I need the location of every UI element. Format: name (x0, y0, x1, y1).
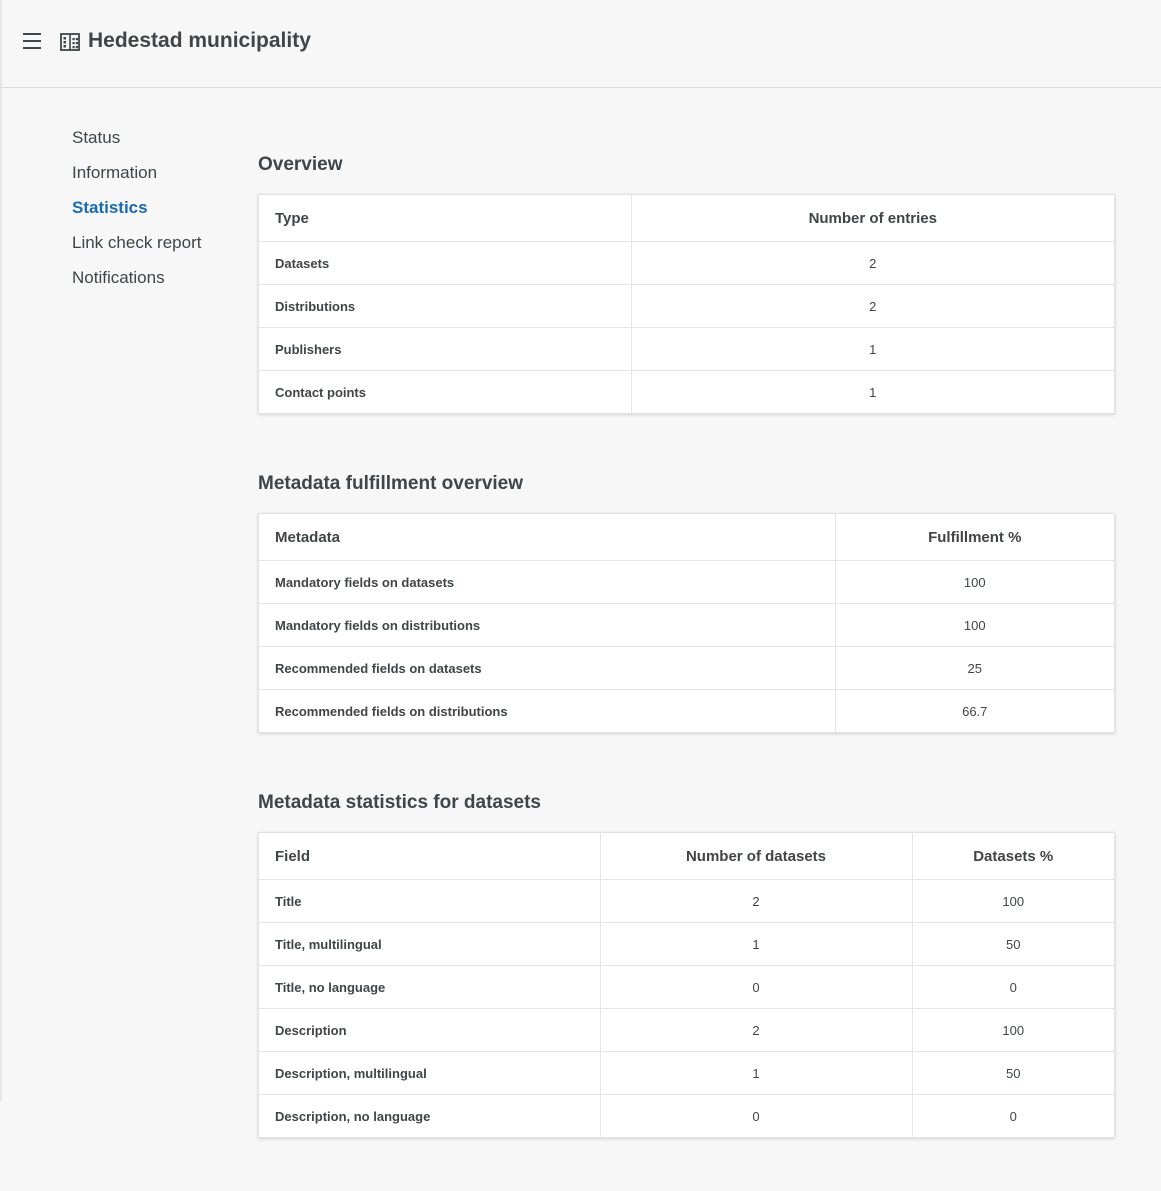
table-cell: Datasets (259, 241, 632, 285)
column-header: Field (259, 833, 601, 880)
table-cell: 25 (835, 646, 1114, 690)
table-cell: Title (259, 879, 601, 923)
column-header: Datasets % (912, 833, 1114, 880)
table-cell: Description, multilingual (259, 1051, 601, 1095)
table-cell: 50 (912, 922, 1114, 966)
nav-item-information[interactable]: Information (72, 155, 201, 190)
page-title: Hedestad municipality (88, 29, 311, 52)
table-cell: Recommended fields on datasets (259, 646, 836, 690)
table-cell: 0 (600, 965, 913, 1009)
table-row: Publishers 1 (259, 327, 1114, 371)
table-row: Description, multilingual 1 50 (259, 1051, 1114, 1095)
table-cell: 100 (912, 879, 1114, 923)
column-header: Type (259, 195, 632, 242)
fulfillment-title: Metadata fulfillment overview (258, 473, 524, 494)
table-cell: 100 (835, 603, 1114, 647)
table-cell: Publishers (259, 327, 632, 371)
fulfillment-table-card: Metadata Fulfillment % Mandatory fields … (258, 513, 1115, 733)
statistics-content: Overview Type Number of entries Datasets… (258, 148, 1115, 1191)
nav-item-link-check-report[interactable]: Link check report (72, 225, 201, 260)
nav-item-statistics[interactable]: Statistics (72, 190, 201, 225)
table-row: Distributions 2 (259, 284, 1114, 328)
table-cell: Title, multilingual (259, 922, 601, 966)
table-cell: Title, no language (259, 965, 601, 1009)
table-row: Mandatory fields on distributions 100 (259, 603, 1114, 647)
table-row: Mandatory fields on datasets 100 (259, 560, 1114, 604)
dataset-stats-table-card: Field Number of datasets Datasets % Titl… (258, 832, 1115, 1138)
table-cell: 0 (912, 965, 1114, 1009)
nav-item-status[interactable]: Status (72, 120, 201, 155)
table-cell: Distributions (259, 284, 632, 328)
overview-title: Overview (258, 154, 343, 175)
table-row: Title, no language 0 0 (259, 965, 1114, 1009)
dataset-stats-table: Field Number of datasets Datasets % Titl… (259, 833, 1114, 1137)
table-cell: 50 (912, 1051, 1114, 1095)
nav-item-notifications[interactable]: Notifications (72, 260, 201, 295)
table-cell: 1 (600, 1051, 913, 1095)
table-cell: Mandatory fields on datasets (259, 560, 836, 604)
table-row: Contact points 1 (259, 370, 1114, 413)
overview-table: Type Number of entries Datasets 2 Distri… (259, 195, 1114, 413)
column-header: Metadata (259, 514, 836, 561)
column-header: Number of datasets (600, 833, 913, 880)
column-header: Fulfillment % (835, 514, 1114, 561)
table-row: Datasets 2 (259, 241, 1114, 285)
table-cell: 100 (912, 1008, 1114, 1052)
fulfillment-table: Metadata Fulfillment % Mandatory fields … (259, 514, 1114, 732)
table-row: Description 2 100 (259, 1008, 1114, 1052)
menu-icon[interactable] (20, 30, 44, 52)
table-cell: 2 (600, 879, 913, 923)
table-cell: Mandatory fields on distributions (259, 603, 836, 647)
table-header-row: Type Number of entries (259, 195, 1114, 242)
overview-table-card: Type Number of entries Datasets 2 Distri… (258, 194, 1115, 414)
table-cell: Recommended fields on distributions (259, 689, 836, 732)
page-edge-shadow (0, 0, 3, 1101)
table-cell: 1 (869, 384, 877, 400)
table-header-row: Field Number of datasets Datasets % (259, 833, 1114, 880)
table-header-row: Metadata Fulfillment % (259, 514, 1114, 561)
table-row: Title, multilingual 1 50 (259, 922, 1114, 966)
table-cell: 100 (835, 560, 1114, 604)
table-cell: 2 (631, 241, 1114, 285)
table-row: Title 2 100 (259, 879, 1114, 923)
dataset-stats-title: Metadata statistics for datasets (258, 792, 541, 813)
table-row: Recommended fields on datasets 25 (259, 646, 1114, 690)
table-cell: 66.7 (962, 703, 988, 719)
building-icon (60, 33, 80, 51)
table-cell: Contact points (259, 370, 632, 413)
column-header: Number of entries (631, 195, 1114, 242)
table-cell: 2 (600, 1008, 913, 1052)
app-header: Hedestad municipality (0, 0, 1161, 88)
table-cell: 1 (600, 922, 913, 966)
table-row: Recommended fields on distributions 66.7 (259, 689, 1114, 732)
table-cell: 2 (631, 284, 1114, 328)
table-cell: Description (259, 1008, 601, 1052)
table-cell: 1 (631, 327, 1114, 371)
side-nav: Status Information Statistics Link check… (72, 120, 201, 295)
